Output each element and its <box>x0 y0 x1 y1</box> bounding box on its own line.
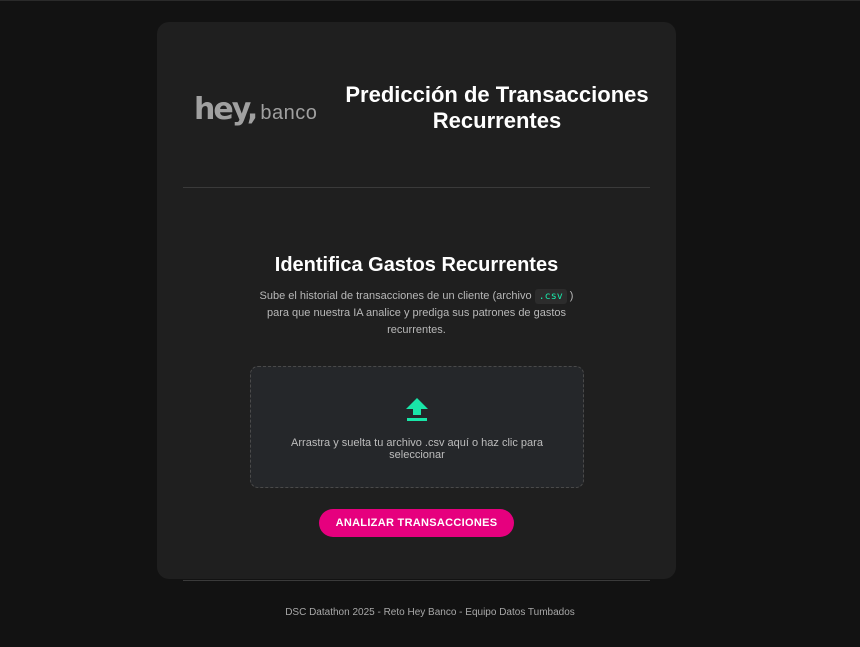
section-title: Identifica Gastos Recurrentes <box>274 254 559 276</box>
csv-code-chip: .csv <box>534 289 567 304</box>
page-title: Predicción de Transacciones Recurrentes <box>345 82 649 133</box>
logo-hey-text: hey, <box>194 92 258 127</box>
main-card: hey, banco Predicción de Transacciones R… <box>157 22 676 579</box>
top-border <box>0 0 860 1</box>
hey-banco-logo: hey, banco <box>194 92 317 127</box>
footer-text: DSC Datathon 2025 - Reto Hey Banco - Equ… <box>285 607 575 618</box>
footer-divider <box>183 580 650 581</box>
logo-banco-text: banco <box>260 102 318 124</box>
description: Sube el historial de transacciones de un… <box>247 288 586 339</box>
upload-icon <box>405 397 429 423</box>
header-divider <box>183 187 650 188</box>
description-text-start: Sube el historial de transacciones de un… <box>259 290 535 302</box>
dropzone-instructions: Arrastra y suelta tu archivo .csv aquí o… <box>291 437 543 461</box>
analyze-transactions-button[interactable]: ANALIZAR TRANSACCIONES <box>319 509 514 537</box>
file-dropzone[interactable]: Arrastra y suelta tu archivo .csv aquí o… <box>250 366 584 488</box>
